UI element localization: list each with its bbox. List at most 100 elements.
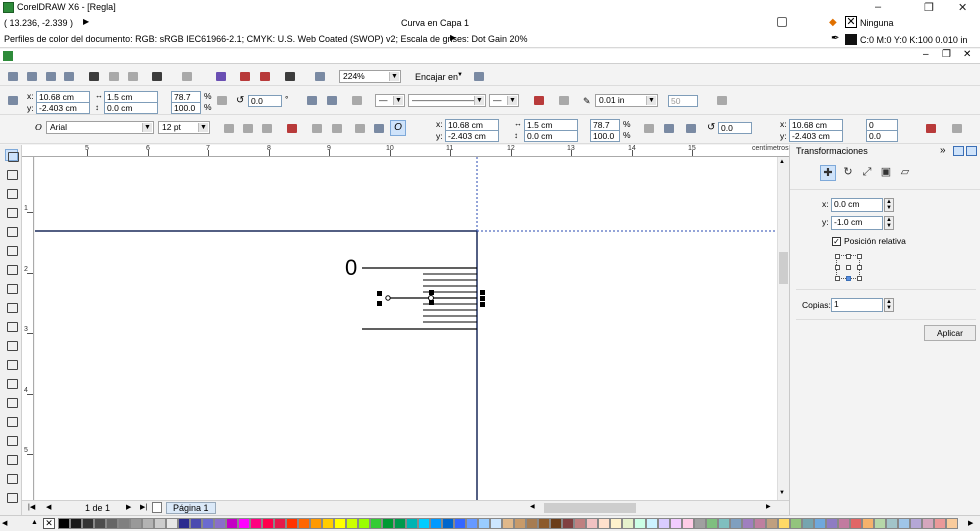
color-swatch[interactable] [718, 518, 730, 529]
anchor-point[interactable] [857, 265, 862, 270]
palette-scroll-up-icon[interactable]: ▲ [31, 519, 38, 526]
relative-position-checkbox[interactable]: ✓ [832, 237, 841, 246]
polygon-tool-icon[interactable] [5, 301, 18, 313]
color-swatch[interactable] [262, 518, 274, 529]
text-height-field[interactable]: 0.0 cm [524, 130, 578, 142]
vertical-ruler[interactable]: 1 2 3 4 5 [22, 157, 34, 500]
doc-close-button[interactable]: ✕ [963, 49, 971, 60]
selection-handle[interactable] [480, 296, 485, 301]
color-swatch[interactable] [94, 518, 106, 529]
color-swatch[interactable] [670, 518, 682, 529]
align-icon[interactable] [350, 94, 364, 107]
color-swatch[interactable] [538, 518, 550, 529]
anchor-point[interactable] [835, 265, 840, 270]
color-swatch[interactable] [706, 518, 718, 529]
eyedropper-tool-icon[interactable] [5, 453, 18, 465]
prev-page-icon[interactable]: ◀ [46, 503, 51, 511]
color-swatch[interactable] [298, 518, 310, 529]
import-icon[interactable] [238, 70, 252, 83]
text-rotation-field[interactable]: 0.0 [718, 122, 752, 134]
publish-icon[interactable] [283, 70, 297, 83]
color-swatch[interactable] [838, 518, 850, 529]
artistic-media-icon[interactable] [5, 244, 18, 256]
horizontal-ruler[interactable]: 5 6 7 8 9 10 11 12 13 14 15 centímetros [22, 145, 789, 157]
expand-arrow-icon[interactable]: ▶ [83, 17, 89, 26]
doc-minimize-button[interactable]: – [923, 49, 929, 60]
color-proof-icon[interactable] [777, 17, 787, 27]
palette-scroll-left-icon[interactable]: ◀ [2, 519, 7, 527]
center-y-field[interactable]: -2.403 cm [789, 130, 843, 142]
ellipse-tool-icon[interactable] [5, 282, 18, 294]
new-icon[interactable] [6, 70, 20, 83]
no-fill-swatch-icon[interactable]: ✕ [845, 16, 857, 28]
selection-handle[interactable] [377, 301, 382, 306]
center-marker[interactable] [428, 295, 434, 301]
text-mirror-v-icon[interactable] [684, 122, 698, 135]
color-swatch[interactable] [682, 518, 694, 529]
mirror-v-icon[interactable] [325, 94, 339, 107]
text-lock-icon[interactable] [642, 122, 656, 135]
color-swatch[interactable] [694, 518, 706, 529]
skew-mode-button[interactable]: ▱ [897, 165, 913, 181]
color-swatch[interactable] [922, 518, 934, 529]
paste-icon[interactable] [126, 70, 140, 83]
smooth-field[interactable]: 50 [668, 95, 698, 107]
color-swatch[interactable] [550, 518, 562, 529]
anchor-point-selected[interactable] [846, 276, 851, 281]
color-swatch[interactable] [514, 518, 526, 529]
color-swatch[interactable] [70, 518, 82, 529]
parallel-dimension-icon[interactable] [5, 377, 18, 389]
scale-height-field[interactable]: 100.0 [171, 102, 201, 114]
object-origin-icon[interactable] [6, 94, 20, 107]
color-swatch[interactable] [766, 518, 778, 529]
color-swatch[interactable] [886, 518, 898, 529]
color-swatch[interactable] [238, 518, 250, 529]
color-swatch[interactable] [502, 518, 514, 529]
print-icon[interactable] [62, 70, 76, 83]
selection-handle[interactable] [480, 290, 485, 295]
color-swatch[interactable] [118, 518, 130, 529]
anchor-point[interactable] [846, 254, 851, 259]
doc-restore-button[interactable]: ❐ [942, 49, 951, 60]
outline-color-swatch[interactable] [845, 34, 857, 45]
color-swatch[interactable] [934, 518, 946, 529]
last-page-icon[interactable]: ▶| [140, 503, 147, 511]
color-swatch[interactable] [526, 518, 538, 529]
size-mode-button[interactable]: ▣ [878, 165, 894, 181]
search-content-icon[interactable] [214, 70, 228, 83]
color-swatch[interactable] [454, 518, 466, 529]
color-swatch[interactable] [910, 518, 922, 529]
color-swatch[interactable] [442, 518, 454, 529]
text-align-icon[interactable] [285, 122, 299, 135]
color-swatch[interactable] [130, 518, 142, 529]
angle2-field[interactable]: 0.0 [866, 130, 898, 142]
profiles-arrow-icon[interactable]: ▶ [450, 33, 456, 42]
anchor-grid[interactable] [835, 254, 862, 281]
color-swatch[interactable] [226, 518, 238, 529]
color-swatch[interactable] [646, 518, 658, 529]
color-swatch[interactable] [418, 518, 430, 529]
color-swatch[interactable] [778, 518, 790, 529]
zero-label[interactable]: 0 [345, 255, 357, 281]
blend-tool-icon[interactable] [5, 415, 18, 427]
anchor-point[interactable] [835, 276, 840, 281]
distort-icon[interactable] [950, 122, 964, 135]
color-swatch[interactable] [610, 518, 622, 529]
wrap-text-icon[interactable] [557, 94, 571, 107]
dropcap-icon[interactable] [330, 122, 344, 135]
freehand-tool-icon[interactable] [5, 225, 18, 237]
export-icon[interactable] [258, 70, 272, 83]
color-swatch[interactable] [946, 518, 958, 529]
color-swatch[interactable] [178, 518, 190, 529]
scroll-right-icon[interactable]: ▶ [766, 503, 771, 510]
redo-icon[interactable] [180, 70, 194, 83]
open-icon[interactable] [25, 70, 39, 83]
font-size-dropdown[interactable]: 12 pt ▼ [158, 121, 210, 134]
mirror-h-icon[interactable] [305, 94, 319, 107]
color-swatch[interactable] [562, 518, 574, 529]
save-icon[interactable] [44, 70, 58, 83]
end-arrow-dropdown[interactable]: ― ▼ [489, 94, 519, 107]
color-swatch[interactable] [862, 518, 874, 529]
color-swatch[interactable] [358, 518, 370, 529]
color-swatch[interactable] [214, 518, 226, 529]
